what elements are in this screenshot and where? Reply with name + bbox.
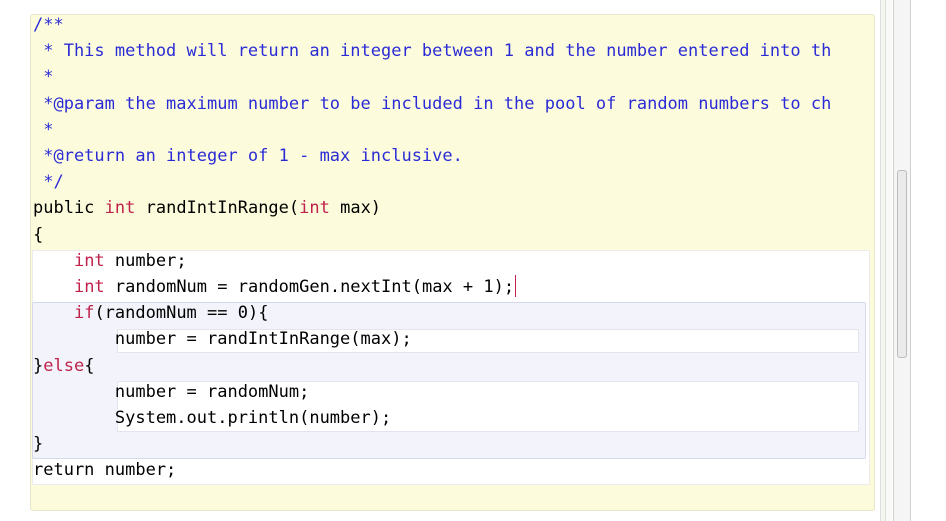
keyword-token: int bbox=[73, 277, 105, 297]
overview-ruler-secondary bbox=[885, 0, 892, 521]
code-token: { bbox=[84, 355, 95, 376]
code-line[interactable]: } bbox=[33, 431, 43, 457]
code-line[interactable]: public int randIntInRange(int max) bbox=[33, 195, 381, 221]
code-token: System.out.println(number); bbox=[33, 408, 392, 428]
comment-token: *@return an integer of 1 - max inclusive… bbox=[33, 146, 463, 166]
code-line[interactable]: System.out.println(number); bbox=[33, 405, 391, 431]
code-token: max) bbox=[329, 198, 382, 219]
code-line[interactable]: */ bbox=[33, 169, 64, 195]
adjacent-pane bbox=[911, 0, 946, 521]
comment-token: * bbox=[33, 119, 54, 140]
code-line[interactable]: * bbox=[33, 64, 53, 90]
keyword-token: else bbox=[43, 355, 85, 376]
code-line[interactable]: * This method will return an integer bet… bbox=[33, 38, 831, 64]
keyword-token: int bbox=[299, 198, 330, 219]
vertical-scrollbar[interactable] bbox=[893, 0, 911, 521]
code-line[interactable]: { bbox=[33, 222, 43, 248]
keyword-token: int bbox=[104, 198, 136, 219]
comment-token: * bbox=[33, 67, 54, 88]
text-cursor bbox=[515, 275, 517, 297]
comment-token: */ bbox=[33, 172, 64, 193]
code-line[interactable]: /** bbox=[33, 12, 64, 38]
code-line[interactable]: int randomNum = randomGen.nextInt(max + … bbox=[33, 274, 517, 300]
code-line[interactable]: *@param the maximum number to be include… bbox=[33, 91, 831, 117]
code-token: public bbox=[33, 198, 105, 219]
code-line[interactable]: }else{ bbox=[33, 353, 94, 379]
code-token: number = randIntInRange(max); bbox=[33, 329, 412, 350]
code-token: (randomNum == 0){ bbox=[94, 303, 269, 324]
code-token: } bbox=[33, 434, 44, 455]
code-editor[interactable]: /** * This method will return an integer… bbox=[0, 0, 880, 521]
code-token: return number; bbox=[33, 460, 177, 481]
comment-token: /** bbox=[33, 15, 64, 35]
code-token: number = randomNum; bbox=[33, 381, 310, 402]
code-line[interactable]: number = randomNum; bbox=[33, 379, 309, 405]
comment-token: * This method will return an integer bet… bbox=[33, 41, 832, 62]
code-line[interactable]: int number; bbox=[33, 248, 187, 274]
code-line[interactable]: number = randIntInRange(max); bbox=[33, 326, 412, 352]
code-token: number; bbox=[104, 250, 187, 271]
comment-token: *@param the maximum number to be include… bbox=[33, 93, 832, 114]
code-token: randIntInRange( bbox=[135, 198, 300, 219]
code-line[interactable]: if(randomNum == 0){ bbox=[33, 300, 268, 326]
keyword-token: if bbox=[73, 303, 95, 324]
code-token: randomNum = randomGen.nextInt(max + 1); bbox=[104, 277, 515, 297]
keyword-token: int bbox=[73, 250, 105, 271]
code-line[interactable]: return number; bbox=[33, 457, 176, 483]
code-line[interactable]: * bbox=[33, 117, 53, 143]
scrollbar-thumb[interactable] bbox=[897, 170, 907, 358]
code-token: { bbox=[33, 224, 44, 245]
code-token: } bbox=[33, 355, 44, 376]
code-line[interactable]: *@return an integer of 1 - max inclusive… bbox=[33, 143, 463, 169]
